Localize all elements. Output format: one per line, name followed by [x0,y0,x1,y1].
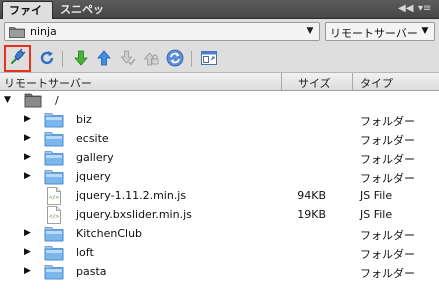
item-name: gallery [76,151,114,164]
collapsed-triangle-icon[interactable]: ▶ [24,228,31,238]
server-root-folder-icon [24,92,42,111]
root-path-label: / [55,94,59,107]
item-type: フォルダー [360,115,415,128]
synchronize-button[interactable] [164,48,186,70]
item-type: フォルダー [360,248,415,261]
collapsed-triangle-icon[interactable]: ▶ [24,247,31,257]
file-row[interactable]: </> jquery.bxslider.min.js 19KB JS File [0,205,439,224]
folder-row[interactable]: ▶ KitchenClub フォルダー [0,224,439,243]
svg-text:</>: </> [49,195,60,201]
item-type: フォルダー [360,172,415,185]
connect-button[interactable] [4,45,31,72]
toolbar-divider [62,51,63,67]
folder-row[interactable]: ▶ jquery フォルダー [0,167,439,186]
folder-icon [44,225,64,245]
check-in-icon [143,50,159,69]
item-type: フォルダー [360,229,415,242]
item-size: 19KB [297,208,326,221]
folder-row[interactable]: ▶ gallery フォルダー [0,148,439,167]
refresh-icon [39,50,55,69]
folder-icon [44,244,64,264]
file-row[interactable]: </> jquery-1.11.2.min.js 94KB JS File [0,186,439,205]
tab-snippets[interactable]: スニペット [54,1,114,33]
put-files-button[interactable] [93,48,115,70]
expand-panel-icon [201,50,217,68]
chevron-down-icon: ▼ [421,26,429,36]
collapsed-triangle-icon[interactable]: ▶ [24,266,31,276]
synchronize-icon [166,49,184,70]
files-toolbar [0,45,439,73]
file-list-header: リモートサーバー サイズ タイプ [0,73,439,91]
remote-file-tree: ▼ / ▶ biz フォルダー ▶ ecsite フォルダー ▶ gallery フォルダー ▶ j… [0,91,439,290]
item-size: 94KB [297,189,326,202]
item-type: JS File [360,189,393,202]
panel-menu-icon[interactable]: ▾≡ [418,2,431,16]
item-name: loft [76,246,94,259]
column-divider[interactable] [352,73,353,90]
collapsed-triangle-icon[interactable]: ▶ [24,114,31,124]
folder-row[interactable]: ▶ loft フォルダー [0,243,439,262]
folder-icon [44,111,64,131]
site-selector[interactable]: ninja ▼ [4,22,320,41]
selector-row: ninja ▼ リモートサーバー ▼ [0,19,439,45]
item-name: ecsite [76,132,109,145]
get-files-down-arrow-icon [74,50,88,69]
put-files-up-arrow-icon [97,49,111,69]
collapse-panel-icon[interactable]: ◀◀ [398,2,413,16]
column-header-size[interactable]: サイズ [298,75,331,91]
column-header-type[interactable]: タイプ [360,75,393,91]
collapsed-triangle-icon[interactable]: ▶ [24,171,31,181]
item-name: pasta [76,265,107,278]
check-out-button[interactable] [117,48,139,70]
refresh-button[interactable] [36,48,58,70]
item-name: biz [76,113,92,126]
item-type: フォルダー [360,267,415,280]
item-name: jquery [76,170,111,183]
chevron-down-icon: ▼ [306,26,314,36]
check-in-button[interactable] [140,48,162,70]
expanded-triangle-icon[interactable]: ▼ [4,95,11,105]
folder-row[interactable]: ▶ biz フォルダー [0,110,439,129]
item-name: jquery.bxslider.min.js [76,208,192,221]
get-files-button[interactable] [70,48,92,70]
expand-button[interactable] [198,48,220,70]
tab-files[interactable]: ファイル [2,1,53,34]
column-divider[interactable] [281,73,282,90]
column-header-name[interactable]: リモートサーバー [4,75,92,91]
toolbar-divider [191,51,192,67]
folder-row[interactable]: ▶ ecsite フォルダー [0,129,439,148]
folder-row[interactable]: ▶ pasta フォルダー [0,262,439,281]
item-type: JS File [360,208,393,221]
folder-icon [44,168,64,188]
folder-icon [44,130,64,150]
connect-plug-icon [9,48,27,69]
svg-text:</>: </> [49,214,60,220]
server-view-value: リモートサーバー [330,27,418,40]
tree-root-row[interactable]: ▼ / [0,91,439,110]
item-name: jquery-1.11.2.min.js [76,189,187,202]
collapsed-triangle-icon[interactable]: ▶ [24,152,31,162]
check-out-icon [120,50,136,69]
site-selector-value: ninja [30,25,57,38]
item-type: フォルダー [360,153,415,166]
collapsed-triangle-icon[interactable]: ▶ [24,133,31,143]
panel-tab-bar: ファイル スニペット ◀◀ ▾≡ [0,0,439,34]
item-type: フォルダー [360,134,415,147]
server-view-selector[interactable]: リモートサーバー ▼ [325,22,435,41]
folder-icon [44,149,64,169]
site-folder-icon [9,26,25,41]
folder-icon [44,263,64,283]
item-name: KitchenClub [76,227,143,240]
